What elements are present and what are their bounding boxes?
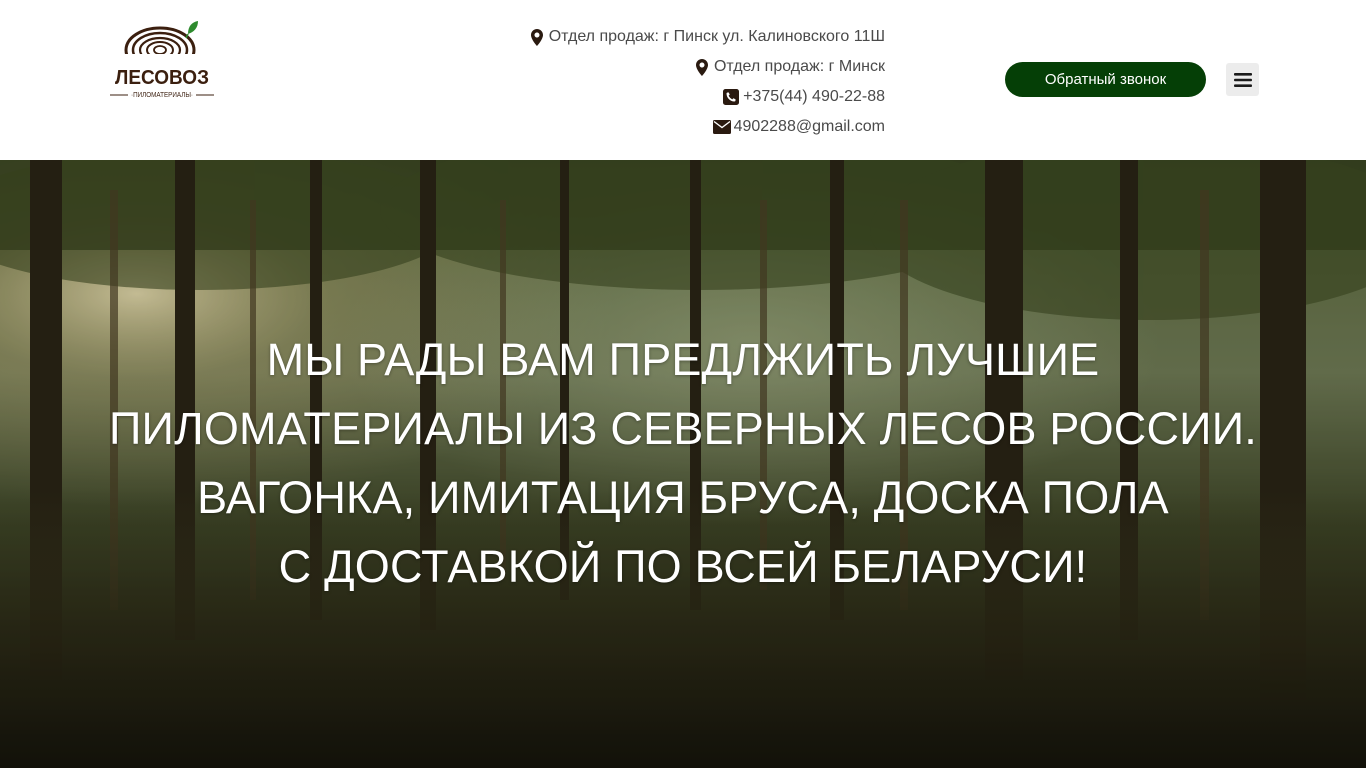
hero-heading: МЫ РАДЫ ВАМ ПРЕДЛЖИТЬ ЛУЧШИЕ ПИЛОМАТЕРИА… bbox=[0, 325, 1366, 601]
hero-heading-line: ВАГОНКА, ИМИТАЦИЯ БРУСА, ДОСКА ПОЛА bbox=[197, 472, 1169, 523]
logo-tagline: ·ПИЛОМАТЕРИАЛЫ· bbox=[131, 92, 193, 99]
contact-address-minsk[interactable]: Отдел продаж: г Минск bbox=[693, 52, 885, 82]
contact-text: Отдел продаж: г Минск bbox=[713, 58, 885, 75]
contact-text: 4902288@gmail.com bbox=[733, 118, 885, 135]
callback-button[interactable]: Обратный звонок bbox=[1005, 62, 1206, 97]
hamburger-menu-icon bbox=[1233, 72, 1252, 87]
hero-section: МЫ РАДЫ ВАМ ПРЕДЛЖИТЬ ЛУЧШИЕ ПИЛОМАТЕРИА… bbox=[0, 160, 1366, 768]
contact-phone[interactable]: +375(44) 490-22-88 bbox=[722, 82, 885, 112]
menu-button[interactable] bbox=[1226, 63, 1259, 96]
site-header: ЛЕСОВОЗ ·ПИЛОМАТЕРИАЛЫ· Отдел продаж: г … bbox=[0, 0, 1366, 160]
map-marker-icon bbox=[693, 58, 711, 76]
hero-heading-line: С ДОСТАВКОЙ ПО ВСЕЙ БЕЛАРУСИ! bbox=[278, 541, 1088, 592]
contact-info: Отдел продаж: г Пинск ул. Калиновского 1… bbox=[528, 22, 885, 142]
hero-heading-line: МЫ РАДЫ ВАМ ПРЕДЛЖИТЬ ЛУЧШИЕ bbox=[266, 334, 1100, 385]
logo[interactable]: ЛЕСОВОЗ ·ПИЛОМАТЕРИАЛЫ· bbox=[108, 20, 216, 100]
hero-heading-line: ПИЛОМАТЕРИАЛЫ ИЗ СЕВЕРНЫХ ЛЕСОВ РОССИИ. bbox=[109, 403, 1257, 454]
contact-text: Отдел продаж: г Пинск ул. Калиновского 1… bbox=[548, 28, 885, 45]
contact-email[interactable]: 4902288@gmail.com bbox=[712, 112, 885, 142]
contact-address-pinsk[interactable]: Отдел продаж: г Пинск ул. Калиновского 1… bbox=[528, 22, 885, 52]
logo-name: ЛЕСОВОЗ bbox=[115, 67, 209, 89]
envelope-icon bbox=[712, 118, 731, 136]
phone-icon bbox=[722, 88, 740, 106]
map-marker-icon bbox=[528, 28, 546, 46]
contact-text: +375(44) 490-22-88 bbox=[743, 88, 885, 105]
